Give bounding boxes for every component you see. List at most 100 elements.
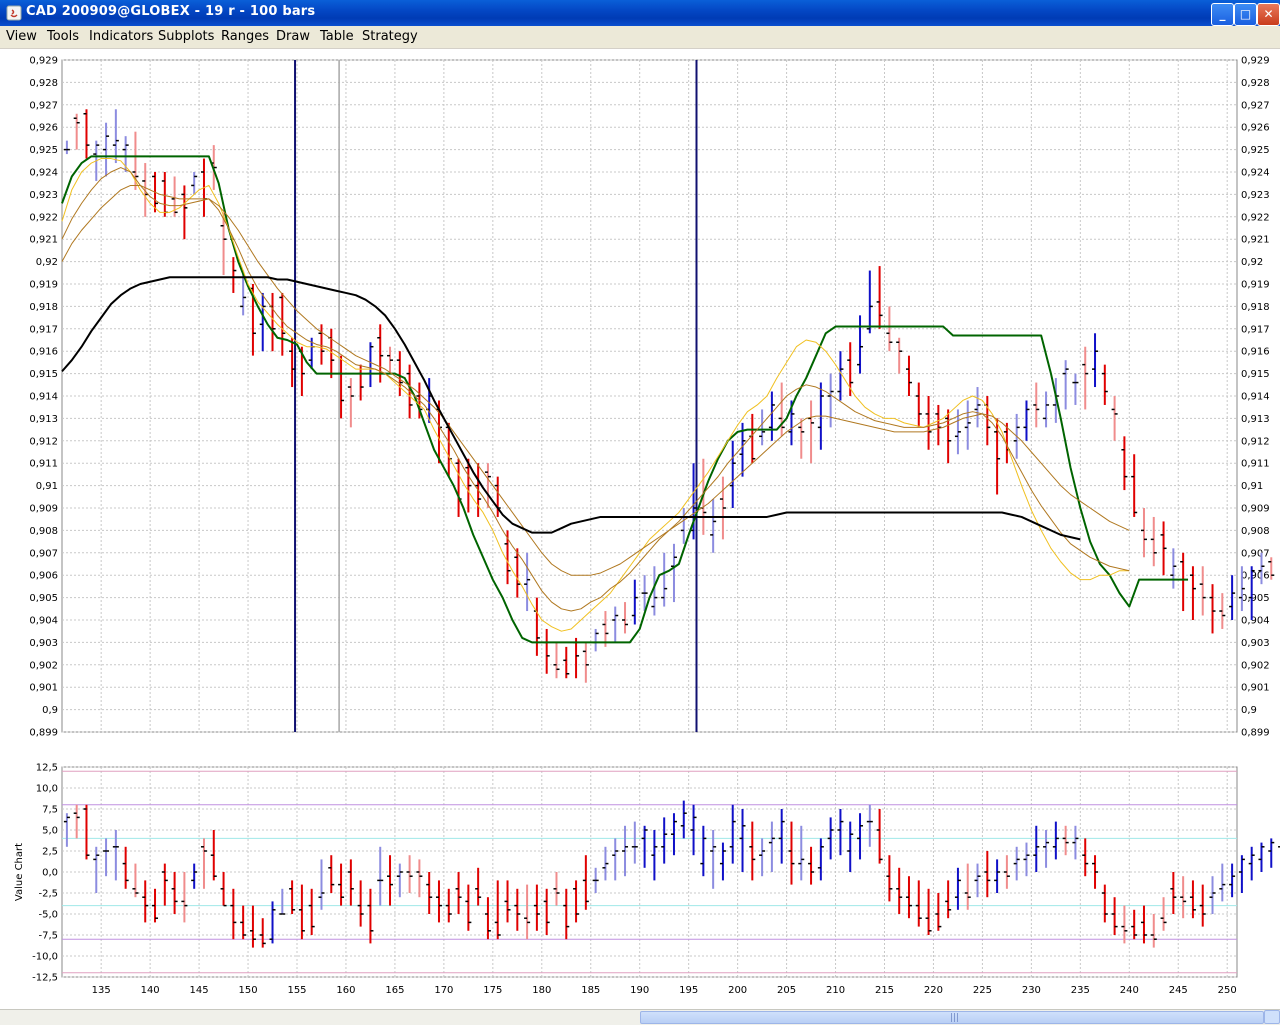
y-tick-label: 0,912	[29, 436, 58, 447]
y-tick-label: 0,915	[29, 369, 58, 380]
x-tick-label: 145	[190, 985, 209, 996]
y-tick-label-right: 0,926	[1241, 123, 1270, 134]
y-tick-label-right: 0,918	[1241, 302, 1270, 313]
y-tick-label-right: 0,927	[1241, 100, 1270, 111]
x-tick-label: 215	[875, 985, 894, 996]
x-tick-label: 150	[238, 985, 257, 996]
y-tick-label-right: 0,907	[1241, 548, 1270, 559]
y-tick-label: -10,0	[32, 952, 58, 963]
y-tick-label-right: 0,928	[1241, 78, 1270, 89]
y-tick-label: 0,922	[29, 212, 58, 223]
y-tick-label-right: 0,909	[1241, 504, 1270, 515]
x-tick-label: 160	[336, 985, 355, 996]
menu-table[interactable]: Table	[320, 29, 354, 44]
x-tick-label: 235	[1071, 985, 1090, 996]
title-bar: CAD 200909@GLOBEX - 19 r - 100 bars _ □ …	[0, 0, 1280, 26]
x-tick-label: 175	[483, 985, 502, 996]
y-tick-label-right: 0,915	[1241, 369, 1270, 380]
x-tick-label: 170	[434, 985, 453, 996]
y-tick-label: 12,5	[36, 763, 58, 774]
menu-draw[interactable]: Draw	[276, 29, 310, 44]
y-tick-label: 0,91	[36, 481, 58, 492]
y-tick-label-right: 0,902	[1241, 660, 1270, 671]
close-button[interactable]: ✕	[1257, 3, 1280, 26]
x-tick-label: 205	[777, 985, 796, 996]
x-tick-label: 155	[287, 985, 306, 996]
y-tick-label: 0,905	[29, 593, 58, 604]
y-tick-label: 0,925	[29, 145, 58, 156]
y-tick-label-right: 0,904	[1241, 616, 1270, 627]
y-tick-label: 0,906	[29, 571, 58, 582]
y-tick-label-right: 0,922	[1241, 212, 1270, 223]
x-tick-label: 195	[679, 985, 698, 996]
y-tick-label: 0,902	[29, 660, 58, 671]
x-tick-label: 240	[1120, 985, 1139, 996]
y-tick-label: 0,917	[29, 324, 58, 335]
minimize-button[interactable]: _	[1211, 3, 1234, 26]
y-tick-label: 5,0	[42, 826, 58, 837]
y-tick-label: 2,5	[42, 847, 58, 858]
y-tick-label-right: 0,917	[1241, 324, 1270, 335]
x-tick-label: 135	[92, 985, 111, 996]
horizontal-scrollbar[interactable]	[0, 1009, 1280, 1025]
y-tick-label: 0,899	[29, 728, 58, 739]
x-tick-label: 245	[1169, 985, 1188, 996]
y-tick-label: 0,927	[29, 100, 58, 111]
y-tick-label-right: 0,903	[1241, 638, 1270, 649]
y-tick-label-right: 0,91	[1241, 481, 1263, 492]
y-tick-label-right: 0,912	[1241, 436, 1270, 447]
y-axis-label: Value Chart	[14, 843, 25, 901]
x-tick-label: 220	[924, 985, 943, 996]
x-tick-label: 190	[630, 985, 649, 996]
menu-indicators[interactable]: Indicators	[89, 29, 153, 44]
y-tick-label: 0,918	[29, 302, 58, 313]
y-tick-label: 0,919	[29, 280, 58, 291]
scroll-right-button[interactable]	[1264, 1010, 1280, 1024]
y-tick-label-right: 0,901	[1241, 683, 1270, 694]
price-plot-panel[interactable]: 0,929 0,929 0,928 0,928 0,927 0,927 0,926 0,926…	[29, 56, 1275, 739]
chart-canvas[interactable]: 0,929 0,929 0,928 0,928 0,927 0,927 0,926 0,926…	[0, 49, 1280, 1009]
y-tick-label: 0,913	[29, 414, 58, 425]
y-tick-label: -5,0	[38, 910, 58, 921]
y-tick-label: 0,923	[29, 190, 58, 201]
y-tick-label: 0,911	[29, 459, 58, 470]
x-tick-label: 230	[1022, 985, 1041, 996]
menu-ranges[interactable]: Ranges	[221, 29, 269, 44]
y-tick-label-right: 0,914	[1241, 392, 1270, 403]
y-tick-label: 0,904	[29, 616, 58, 627]
y-tick-label: 0,914	[29, 392, 58, 403]
y-tick-label-right: 0,908	[1241, 526, 1270, 537]
y-tick-label: 0,903	[29, 638, 58, 649]
y-tick-label: 7,5	[42, 805, 58, 816]
y-tick-label: 0,0	[42, 868, 58, 879]
menu-strategy[interactable]: Strategy	[362, 29, 418, 44]
y-tick-label: -7,5	[38, 931, 58, 942]
y-tick-label-right: 0,929	[1241, 56, 1270, 67]
y-tick-label: 0,928	[29, 78, 58, 89]
y-tick-label: -12,5	[32, 973, 58, 984]
chart-area[interactable]: 0,929 0,929 0,928 0,928 0,927 0,927 0,926 0,926…	[0, 49, 1280, 1009]
menu-bar: View Tools Indicators Subplots Ranges Dr…	[0, 26, 1280, 49]
y-tick-label-right: 0,916	[1241, 347, 1270, 358]
menu-tools[interactable]: Tools	[47, 29, 79, 44]
y-tick-label: 0,907	[29, 548, 58, 559]
y-tick-label-right: 0,899	[1241, 728, 1270, 739]
menu-subplots[interactable]: Subplots	[158, 29, 214, 44]
menu-view[interactable]: View	[6, 29, 37, 44]
y-tick-label: -2,5	[38, 889, 58, 900]
x-tick-label: 165	[385, 985, 404, 996]
value-chart-panel[interactable]: 135 140 145 150 155 160 165 170 175 180 185 190 195 2…	[14, 763, 1280, 997]
y-tick-label: 0,926	[29, 123, 58, 134]
y-tick-label: 0,92	[36, 257, 58, 268]
x-tick-label: 210	[826, 985, 845, 996]
y-tick-label-right: 0,924	[1241, 168, 1270, 179]
window-title: CAD 200909@GLOBEX - 19 r - 100 bars	[26, 4, 316, 19]
y-tick-label: 0,921	[29, 235, 58, 246]
x-tick-label: 200	[728, 985, 747, 996]
y-tick-label: 10,0	[36, 784, 58, 795]
y-tick-label-right: 0,9	[1241, 705, 1257, 716]
y-tick-label: 0,9	[42, 705, 58, 716]
maximize-button[interactable]: □	[1234, 3, 1257, 26]
y-tick-label-right: 0,906	[1241, 571, 1270, 582]
java-app-icon	[6, 5, 22, 21]
